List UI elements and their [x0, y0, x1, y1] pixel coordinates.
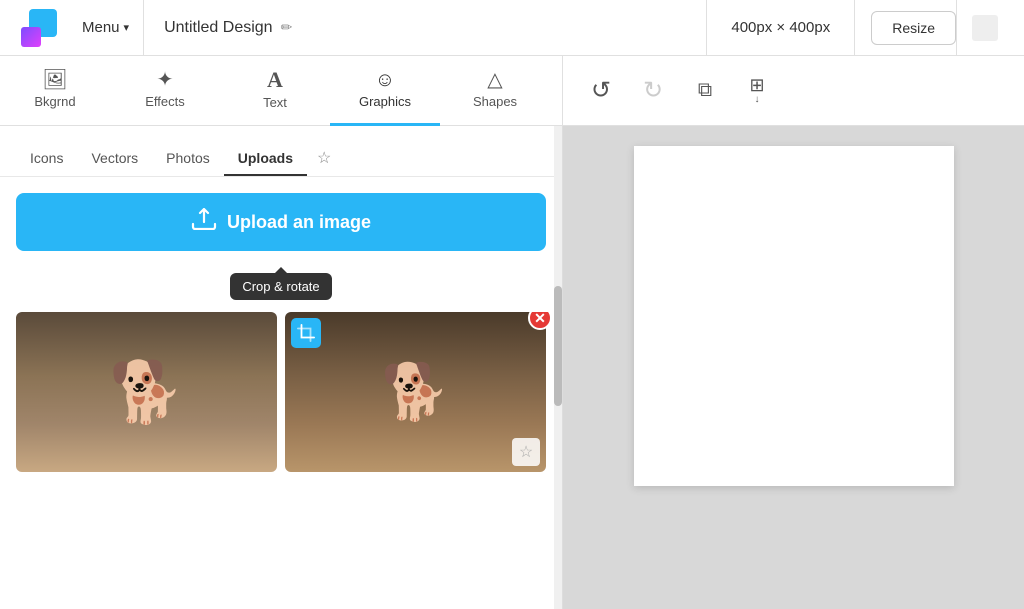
favorite-image-button[interactable]: ☆ — [512, 438, 540, 466]
upload-cloud-icon — [191, 208, 217, 236]
favorites-star-button[interactable]: ☆ — [307, 140, 341, 176]
tab-text[interactable]: A Text — [220, 56, 330, 126]
image-thumb-2 — [285, 312, 546, 472]
dimensions-display: 400px × 400px — [707, 0, 855, 56]
title-area: Untitled Design ✏ — [144, 0, 707, 56]
bkgrnd-icon: 🖼 — [42, 70, 67, 90]
effects-icon: ✦ — [157, 70, 174, 90]
tab-graphics[interactable]: ☺ Graphics — [330, 56, 440, 126]
crop-rotate-button[interactable] — [291, 318, 321, 348]
upload-button-label: Upload an image — [227, 212, 371, 233]
tab-bkgrnd[interactable]: 🖼 Bkgrnd — [0, 56, 110, 126]
image-thumb-1 — [16, 312, 277, 472]
upload-button[interactable]: Upload an image — [16, 193, 546, 251]
toolbar-tabs: 🖼 Bkgrnd ✦ Effects A Text ☺ Graphics △ S… — [0, 56, 563, 125]
document-title: Untitled Design — [164, 19, 273, 37]
edit-title-icon[interactable]: ✏ — [281, 19, 293, 36]
tab-bkgrnd-label: Bkgrnd — [34, 94, 75, 109]
tab-graphics-label: Graphics — [359, 94, 411, 109]
toolbar-actions: ↺ ↻ ⧉ ⊞ ↓ — [563, 56, 1024, 125]
menu-chevron-icon: ▾ — [124, 21, 130, 34]
left-panel: Icons Vectors Photos Uploads ☆ Upload an… — [0, 126, 563, 609]
scrollbar-thumb[interactable] — [554, 286, 562, 406]
canvas — [634, 146, 954, 486]
subtab-photos[interactable]: Photos — [152, 142, 224, 176]
text-icon: A — [267, 69, 283, 91]
tooltip-container: Crop & rotate — [0, 273, 562, 300]
subtab-icons[interactable]: Icons — [16, 142, 77, 176]
tab-shapes-label: Shapes — [473, 94, 517, 109]
subtab-uploads[interactable]: Uploads — [224, 142, 307, 176]
graphics-icon: ☺ — [375, 70, 395, 90]
image-item-1[interactable] — [16, 312, 277, 472]
remove-image-button[interactable]: ✕ — [528, 312, 552, 330]
header: Menu ▾ Untitled Design ✏ 400px × 400px R… — [0, 0, 1024, 56]
undo-button[interactable]: ↺ — [579, 69, 623, 113]
header-right-area — [956, 0, 1012, 56]
upload-section: Upload an image — [0, 177, 562, 267]
redo-button[interactable]: ↻ — [631, 69, 675, 113]
resize-button[interactable]: Resize — [871, 11, 956, 45]
image-item-2[interactable]: ✕ ☆ — [285, 312, 546, 472]
images-grid: ✕ ☆ — [0, 312, 562, 488]
duplicate-button[interactable]: ⧉ — [683, 69, 727, 113]
menu-button[interactable]: Menu ▾ — [68, 0, 144, 56]
layers-button[interactable]: ⊞ ↓ — [735, 69, 779, 113]
main-layout: Icons Vectors Photos Uploads ☆ Upload an… — [0, 126, 1024, 609]
canvas-area — [563, 126, 1024, 609]
scrollbar-track — [554, 126, 562, 609]
profile-avatar — [972, 15, 998, 41]
tab-text-label: Text — [263, 95, 287, 110]
menu-label: Menu — [82, 19, 120, 36]
subtab-vectors[interactable]: Vectors — [77, 142, 152, 176]
tab-effects[interactable]: ✦ Effects — [110, 56, 220, 126]
logo[interactable] — [12, 0, 68, 56]
sub-tabs: Icons Vectors Photos Uploads ☆ — [0, 126, 562, 177]
tab-shapes[interactable]: △ Shapes — [440, 56, 550, 126]
shapes-icon: △ — [487, 70, 502, 90]
tab-effects-label: Effects — [145, 94, 185, 109]
toolbar: 🖼 Bkgrnd ✦ Effects A Text ☺ Graphics △ S… — [0, 56, 1024, 126]
crop-rotate-tooltip: Crop & rotate — [230, 273, 331, 300]
